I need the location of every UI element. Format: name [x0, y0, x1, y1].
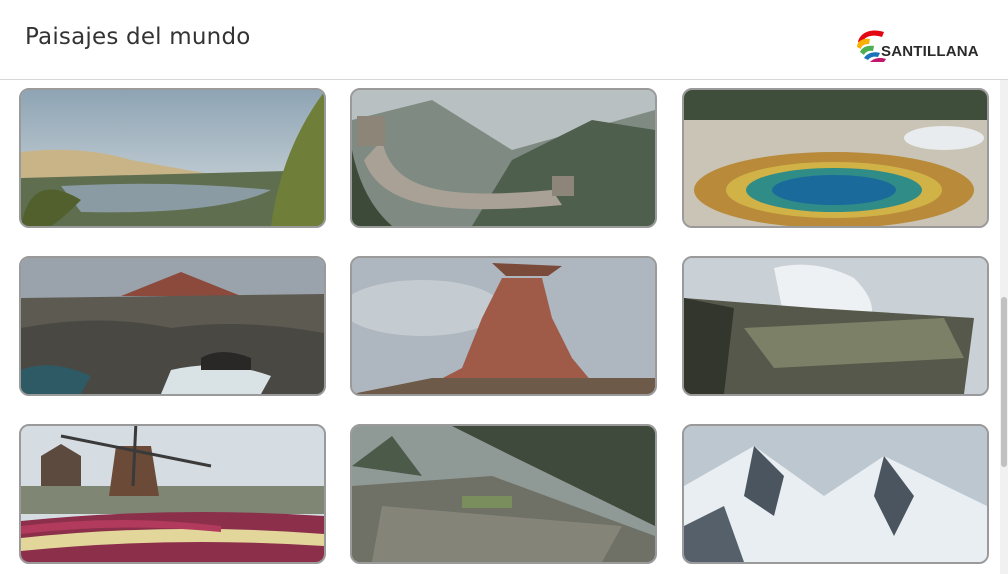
page-header: Paisajes del mundo SANTILLANA [0, 0, 1008, 80]
landscape-gallery [0, 80, 1000, 574]
landscape-card-windmill[interactable] [19, 424, 326, 564]
volcano-plateau-image [684, 258, 987, 394]
windmill-image [21, 426, 324, 562]
scrollbar-thumb[interactable] [1001, 297, 1007, 467]
volcanic-coast-image [21, 258, 324, 394]
landscape-card-volcano-plateau[interactable] [682, 256, 989, 396]
rock-formation-image [352, 258, 655, 394]
machu-picchu-image [352, 426, 655, 562]
landscape-card-great-wall[interactable] [350, 88, 657, 228]
logo-text: SANTILLANA [881, 43, 979, 60]
landscape-card-volcanic-coast[interactable] [19, 256, 326, 396]
landscape-card-snowy-mountains[interactable] [682, 424, 989, 564]
scrollbar[interactable] [1000, 80, 1008, 574]
great-wall-image [352, 90, 655, 226]
landscape-card-machu-picchu[interactable] [350, 424, 657, 564]
oasis-image [21, 90, 324, 226]
hot-spring-image [684, 90, 987, 226]
landscape-card-hot-spring[interactable] [682, 88, 989, 228]
santillana-logo: SANTILLANA [854, 28, 994, 64]
landscape-card-oasis[interactable] [19, 88, 326, 228]
snowy-mountains-image [684, 426, 987, 562]
landscape-card-rock-formation[interactable] [350, 256, 657, 396]
page-title: Paisajes del mundo [25, 24, 251, 50]
